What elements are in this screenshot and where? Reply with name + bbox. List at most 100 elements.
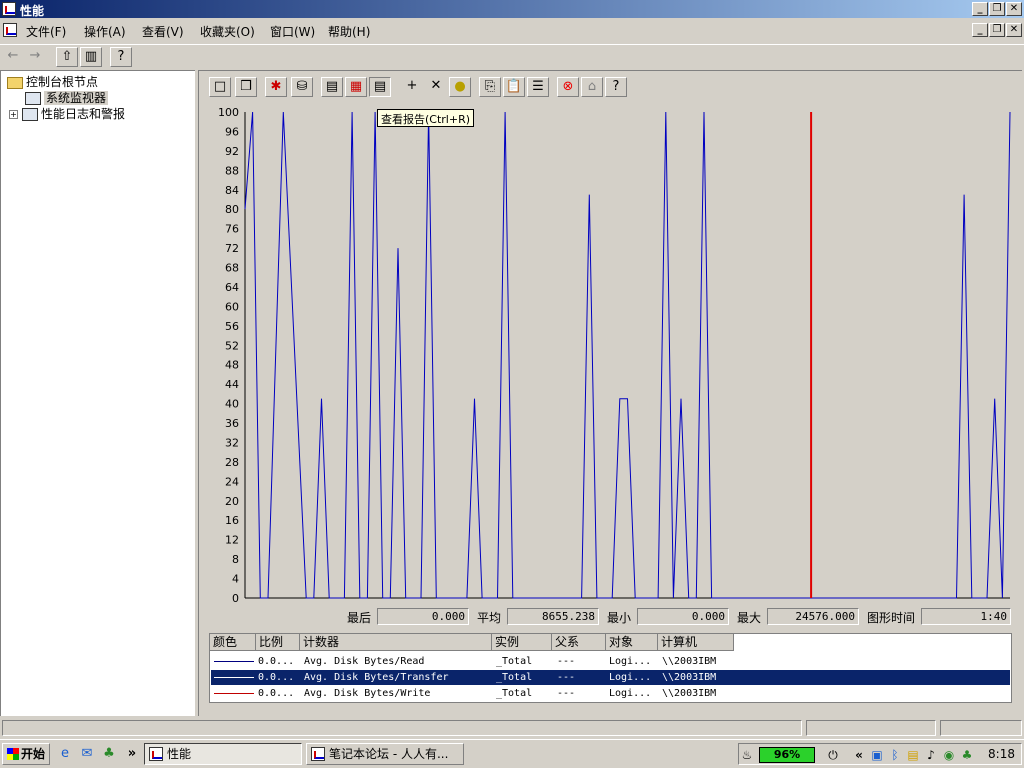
menu-window[interactable]: 窗口(W) xyxy=(270,23,315,40)
clock: 8:18 xyxy=(988,747,1015,761)
close-button[interactable]: ✕ xyxy=(1006,2,1022,16)
y-tick-label: 88 xyxy=(225,164,239,177)
tree-root[interactable]: 控制台根节点 xyxy=(7,73,98,90)
monitor-icon xyxy=(25,92,41,105)
outlook-express-icon[interactable]: ✉ xyxy=(79,746,95,762)
tree-item-system-monitor[interactable]: 系统监视器 xyxy=(25,89,109,106)
view-report-icon[interactable]: ▤ xyxy=(369,77,391,97)
table-row[interactable]: 0.0... Avg. Disk Bytes/Write _Total --- … xyxy=(211,686,1010,701)
power-plug-icon[interactable]: ⏻ xyxy=(825,747,841,763)
child-minimize-button[interactable]: _ xyxy=(972,23,988,37)
menu-action[interactable]: 操作(A) xyxy=(84,23,126,40)
update-data-icon[interactable]: ⌂ xyxy=(581,77,603,97)
y-tick-label: 4 xyxy=(232,573,239,586)
y-tick-label: 44 xyxy=(225,378,239,391)
column-header-computer[interactable]: 计算机 xyxy=(658,634,734,651)
column-header-instance[interactable]: 实例 xyxy=(492,634,552,651)
column-header-color[interactable]: 颜色 xyxy=(210,634,256,651)
cell-object: Logi... xyxy=(609,672,652,683)
document-icon[interactable] xyxy=(3,23,17,37)
y-tick-label: 48 xyxy=(225,359,239,372)
tree-item-perf-logs[interactable]: + 性能日志和警报 xyxy=(9,105,125,122)
column-header-counter[interactable]: 计数器 xyxy=(300,634,492,651)
menu-help[interactable]: 帮助(H) xyxy=(328,23,370,40)
menu-favorites[interactable]: 收藏夹(O) xyxy=(200,23,255,40)
column-header-parent[interactable]: 父系 xyxy=(552,634,606,651)
view-histogram-icon[interactable]: ▦ xyxy=(345,77,367,97)
restore-button[interactable]: ❐ xyxy=(989,2,1005,16)
show-tree-icon[interactable]: ▥ xyxy=(80,47,102,67)
cell-instance: _Total xyxy=(496,688,533,699)
forward-arrow-icon[interactable]: → xyxy=(24,47,46,67)
delete-counter-icon[interactable]: ✕ xyxy=(425,77,447,97)
child-close-button[interactable]: ✕ xyxy=(1006,23,1022,37)
task-performance[interactable]: 性能 xyxy=(144,743,302,765)
paste-counter-list-icon[interactable]: 📋 xyxy=(503,77,525,97)
copy-properties-icon[interactable]: ⎘ xyxy=(479,77,501,97)
freeze-display-icon[interactable]: ⊗ xyxy=(557,77,579,97)
color-swatch xyxy=(214,677,254,678)
column-header-object[interactable]: 对象 xyxy=(606,634,658,651)
menu-view[interactable]: 查看(V) xyxy=(142,23,184,40)
y-tick-label: 72 xyxy=(225,242,239,255)
internet-explorer-icon[interactable]: e xyxy=(57,746,73,762)
maximum-value: 24576.000 xyxy=(767,608,859,625)
expand-plus-icon[interactable]: + xyxy=(9,110,18,119)
up-folder-icon[interactable]: ⇧ xyxy=(56,47,78,67)
last-label: 最后 xyxy=(347,611,372,625)
minimize-button[interactable]: _ xyxy=(972,2,988,16)
table-row-selected[interactable]: 0.0... Avg. Disk Bytes/Transfer _Total -… xyxy=(211,670,1010,685)
y-tick-label: 40 xyxy=(225,398,239,411)
wireless-icon[interactable]: ◉ xyxy=(941,747,957,763)
cell-counter: Avg. Disk Bytes/Transfer xyxy=(304,672,449,683)
y-tick-label: 84 xyxy=(225,184,239,197)
y-tick-label: 60 xyxy=(225,300,239,313)
view-current-activity-icon[interactable]: ✱ xyxy=(265,77,287,97)
highlight-icon[interactable]: ● xyxy=(449,77,471,97)
cell-computer: \\2003IBM xyxy=(662,672,717,683)
help-icon[interactable]: ? xyxy=(110,47,132,67)
quick-launch-icon[interactable]: ♣ xyxy=(101,746,117,762)
child-restore-button[interactable]: ❐ xyxy=(989,23,1005,37)
network-icon[interactable]: ♨ xyxy=(739,747,755,763)
add-counter-icon[interactable]: + xyxy=(401,77,423,97)
bluetooth-icon[interactable]: ᛒ xyxy=(887,747,903,763)
view-graph-icon[interactable]: ▤ xyxy=(321,77,343,97)
clear-display-icon[interactable]: ❒ xyxy=(235,77,257,97)
column-header-scale[interactable]: 比例 xyxy=(256,634,300,651)
monitor-help-icon[interactable]: ? xyxy=(605,77,627,97)
menu-bar: 文件(F) 操作(A) 查看(V) 收藏夹(O) 窗口(W) 帮助(H) _ ❐… xyxy=(0,20,1024,42)
volume-icon[interactable]: ♪ xyxy=(923,747,939,763)
status-panel-main xyxy=(2,720,802,736)
battery-indicator[interactable]: 96% xyxy=(759,747,815,763)
y-tick-label: 96 xyxy=(225,125,239,138)
cell-counter: Avg. Disk Bytes/Read xyxy=(304,656,425,667)
y-tick-label: 0 xyxy=(232,592,239,604)
properties-icon[interactable]: ☰ xyxy=(527,77,549,97)
status-bar xyxy=(0,718,1024,738)
start-button[interactable]: 开始 xyxy=(2,743,50,765)
y-tick-label: 12 xyxy=(225,534,239,547)
performance-app-icon[interactable] xyxy=(2,2,16,16)
menu-file[interactable]: 文件(F) xyxy=(26,23,66,40)
table-row[interactable]: 0.0... Avg. Disk Bytes/Read _Total --- L… xyxy=(211,654,1010,669)
cell-parent: --- xyxy=(557,672,576,683)
task-browser[interactable]: 笔记本论坛 - 人人有... xyxy=(306,743,464,765)
window-title: 性能 xyxy=(20,4,45,18)
folder-icon xyxy=(7,76,23,89)
chevron-right-icon[interactable]: » xyxy=(124,746,140,762)
monitor-tray-icon[interactable]: ▣ xyxy=(869,747,885,763)
y-tick-label: 92 xyxy=(225,145,239,158)
stats-row: 最后 0.000 平均 8655.238 最小 0.000 最大 24576.0… xyxy=(205,607,1015,627)
display-icon[interactable]: ▤ xyxy=(905,747,921,763)
average-label: 平均 xyxy=(477,611,502,625)
chevron-left-icon[interactable]: « xyxy=(851,747,867,763)
y-tick-label: 8 xyxy=(232,553,239,566)
back-arrow-icon[interactable]: ← xyxy=(2,47,24,67)
minimum-value: 0.000 xyxy=(637,608,729,625)
view-log-data-icon[interactable]: ⛁ xyxy=(291,77,313,97)
new-counter-set-icon[interactable]: □ xyxy=(209,77,231,97)
update-icon[interactable]: ♣ xyxy=(959,747,975,763)
tree-item-label: 系统监视器 xyxy=(44,91,109,105)
taskbar: 开始 e ✉ ♣ » 性能 笔记本论坛 - 人人有... ♨ 96% ⏻ « ▣… xyxy=(0,739,1024,768)
